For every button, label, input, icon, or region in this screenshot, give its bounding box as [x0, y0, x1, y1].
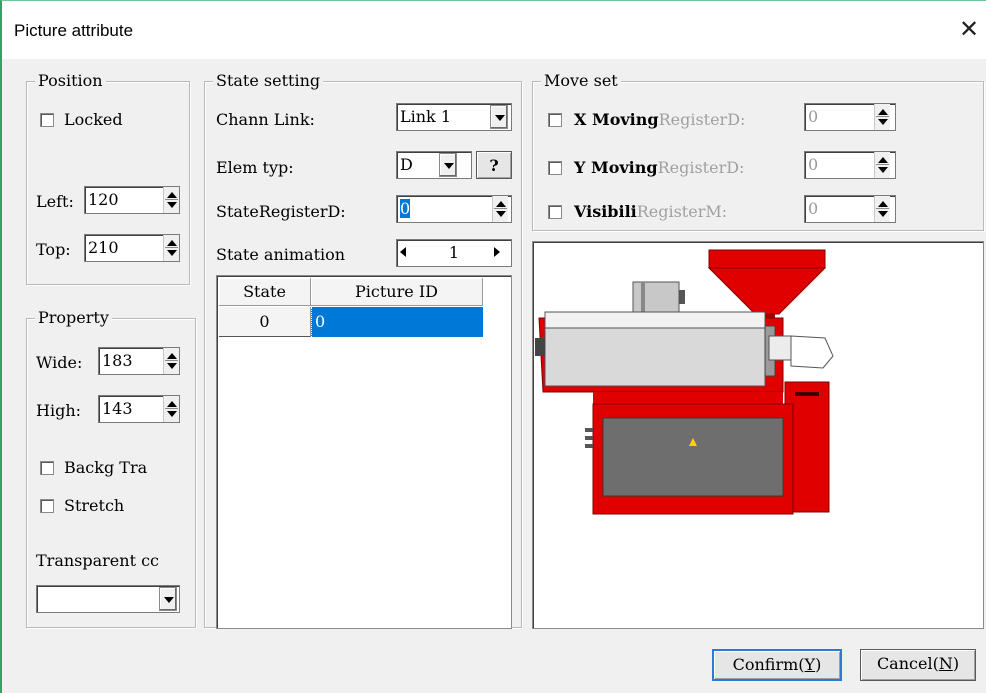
extruder-machine-picture	[535, 249, 834, 515]
state-column-header[interactable]: State	[219, 278, 311, 306]
left-spin-icon[interactable]	[163, 187, 179, 213]
picture-attribute-dialog: Picture attribute ✕ Position Locked Left…	[0, 0, 986, 693]
elem-typ-help-button[interactable]: ?	[476, 151, 512, 179]
backg-transparent-checkbox[interactable]	[40, 461, 54, 475]
state-animation-label: State animation	[216, 245, 346, 264]
x-moving-checkbox[interactable]	[548, 113, 562, 127]
y-moving-spin-icon[interactable]	[874, 152, 890, 178]
locked-label: Locked	[64, 110, 123, 129]
state-cell[interactable]: 0	[219, 307, 311, 337]
x-moving-spin-icon[interactable]	[874, 104, 890, 130]
property-group-label: Property	[35, 308, 112, 328]
state-register-spin-icon[interactable]	[492, 196, 508, 222]
visibility-label: VisibiliRegisterM:	[574, 202, 728, 221]
transparent-color-dropdown-icon[interactable]	[159, 587, 177, 611]
elem-typ-dropdown-icon[interactable]	[439, 153, 457, 177]
arrow-left-icon[interactable]	[400, 247, 406, 257]
visibility-checkbox[interactable]	[548, 205, 562, 219]
locked-checkbox[interactable]	[40, 113, 54, 127]
picture-preview	[532, 241, 984, 629]
high-label: High:	[36, 401, 82, 420]
stretch-checkbox[interactable]	[40, 499, 54, 513]
confirm-button[interactable]: Confirm(Y)	[712, 649, 842, 681]
high-spin-icon[interactable]	[163, 396, 179, 422]
wide-label: Wide:	[36, 353, 83, 372]
transparent-color-label: Transparent cc	[36, 551, 160, 570]
picture-id-column-header[interactable]: Picture ID	[311, 278, 483, 306]
stretch-label: Stretch	[64, 496, 125, 515]
x-moving-label: X MovingRegisterD:	[574, 110, 746, 129]
state-setting-group-label: State setting	[213, 71, 324, 91]
chann-link-dropdown-icon[interactable]	[490, 105, 508, 129]
close-icon[interactable]: ✕	[956, 15, 982, 45]
cancel-button[interactable]: Cancel(N)	[860, 649, 976, 681]
top-spin-icon[interactable]	[163, 235, 179, 261]
elem-typ-label: Elem typ:	[216, 158, 294, 177]
left-label: Left:	[36, 192, 74, 211]
elem-typ-select[interactable]: D	[396, 151, 472, 179]
state-register-label: StateRegisterD:	[216, 202, 346, 221]
top-label: Top:	[36, 240, 71, 259]
move-set-group-label: Move set	[541, 71, 621, 91]
wide-spin-icon[interactable]	[163, 348, 179, 374]
backg-transparent-label: Backg Tra	[64, 458, 148, 477]
title-bar: Picture attribute ✕	[2, 1, 986, 59]
state-table[interactable]: State Picture ID 0 0	[216, 275, 512, 629]
dialog-title: Picture attribute	[14, 21, 134, 40]
visibility-spin-icon[interactable]	[874, 196, 890, 222]
table-row[interactable]: 0 0	[219, 307, 483, 337]
picture-id-cell[interactable]: 0	[311, 307, 483, 337]
y-moving-label: Y MovingRegisterD:	[574, 158, 745, 177]
chann-link-label: Chann Link:	[216, 110, 315, 129]
arrow-right-icon[interactable]	[494, 247, 500, 257]
y-moving-checkbox[interactable]	[548, 161, 562, 175]
position-group-label: Position	[35, 71, 106, 91]
